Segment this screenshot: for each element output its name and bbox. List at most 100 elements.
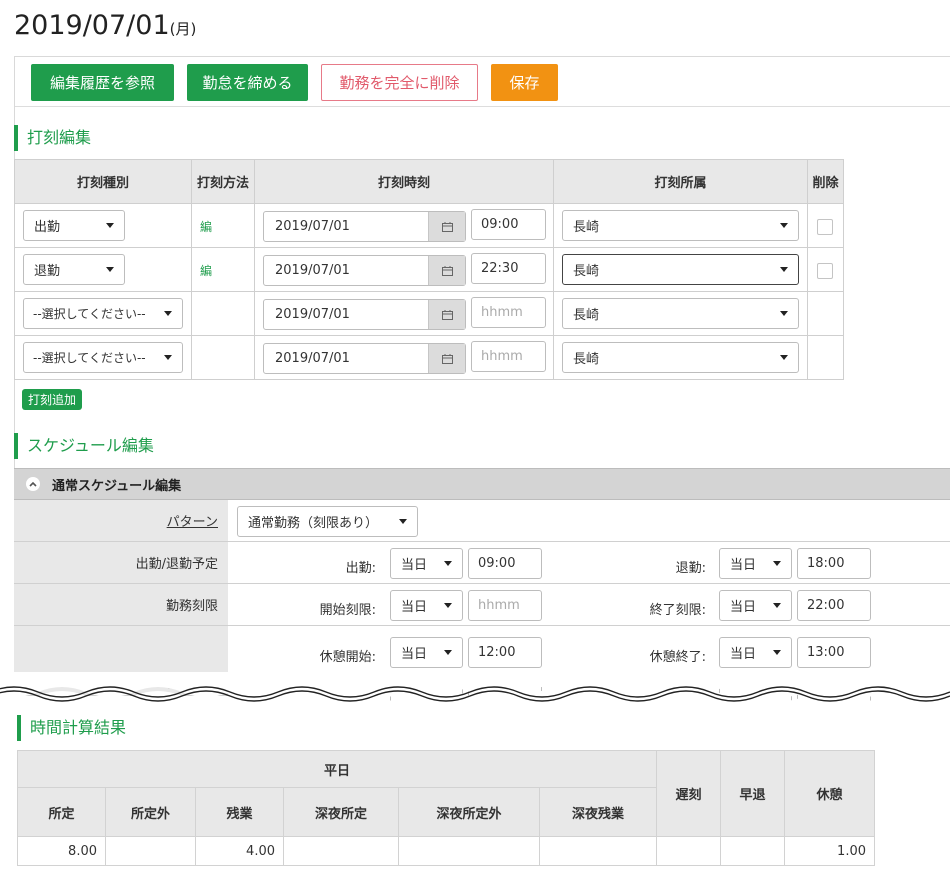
break-start-time-input[interactable]: 12:00 bbox=[468, 637, 542, 668]
select-value: 当日 bbox=[401, 558, 428, 573]
table-row: 8.00 4.00 1.00 bbox=[17, 836, 875, 866]
result-late bbox=[656, 836, 721, 866]
delete-checkbox[interactable] bbox=[817, 263, 833, 279]
limit-end-day-select[interactable]: 当日 bbox=[719, 590, 792, 621]
select-value: 当日 bbox=[730, 558, 757, 573]
result-group-header: 平日 bbox=[17, 749, 657, 789]
pattern-select[interactable]: 通常勤務（刻限あり） bbox=[237, 506, 418, 537]
punch-type-select[interactable]: 出勤 bbox=[23, 210, 125, 241]
delete-checkbox[interactable] bbox=[817, 219, 833, 235]
caret-down-icon bbox=[780, 355, 788, 360]
punch-time-input[interactable]: hhmm bbox=[471, 341, 546, 372]
schedule-panel-header[interactable]: 通常スケジュール編集 bbox=[14, 468, 950, 500]
toolbar: 編集履歴を参照 勤怠を締める 勤務を完全に削除 保存 bbox=[31, 64, 558, 101]
close-attendance-button[interactable]: 勤怠を締める bbox=[187, 64, 308, 101]
select-value: 長崎 bbox=[573, 220, 600, 235]
toolbar-divider bbox=[15, 106, 950, 107]
result-col-night-non-regular: 深夜所定外 bbox=[398, 787, 540, 837]
select-value: --選択してください-- bbox=[33, 351, 146, 365]
punch-type-select[interactable]: --選択してください-- bbox=[23, 298, 183, 329]
break-start-day-select[interactable]: 当日 bbox=[390, 637, 463, 668]
date-value: 2019/07/01 bbox=[275, 351, 350, 366]
plan-end-label: 退勤: bbox=[675, 561, 706, 576]
break-start-label: 休憩開始: bbox=[319, 650, 376, 665]
punch-date-field[interactable]: 2019/07/01 bbox=[263, 255, 466, 286]
punch-time-input[interactable]: 22:30 bbox=[471, 253, 546, 284]
caret-down-icon bbox=[106, 267, 114, 272]
punch-method-label: 編 bbox=[200, 220, 213, 234]
punch-time-input[interactable]: hhmm bbox=[471, 297, 546, 328]
page-title: 2019/07/01(月) bbox=[14, 10, 196, 41]
calendar-icon[interactable] bbox=[428, 256, 465, 285]
break-end-time-input[interactable]: 13:00 bbox=[797, 637, 871, 668]
view-history-button[interactable]: 編集履歴を参照 bbox=[31, 64, 174, 101]
result-col-early: 早退 bbox=[720, 750, 785, 837]
caret-down-icon bbox=[780, 267, 788, 272]
delete-work-button[interactable]: 勤務を完全に削除 bbox=[321, 64, 478, 101]
result-table: 平日 遅刻 早退 休憩 所定 所定外 残業 深夜所定 深夜所定外 深夜残業 8.… bbox=[17, 749, 875, 866]
caret-down-icon bbox=[780, 311, 788, 316]
punch-dept-select[interactable]: 長崎 bbox=[562, 298, 799, 329]
punch-date-field[interactable]: 2019/07/01 bbox=[263, 299, 466, 330]
result-col-overtime: 残業 bbox=[195, 787, 284, 837]
result-col-night-regular: 深夜所定 bbox=[283, 787, 399, 837]
calendar-icon[interactable] bbox=[428, 300, 465, 329]
break-end-label: 休憩終了: bbox=[649, 650, 706, 665]
result-section-title: 時間計算結果 bbox=[17, 715, 126, 741]
caret-down-icon bbox=[444, 561, 452, 566]
page-date: 2019/07/01 bbox=[14, 10, 170, 41]
plan-end-time-input[interactable]: 18:00 bbox=[797, 548, 871, 579]
page-weekday: (月) bbox=[169, 20, 197, 38]
select-value: 長崎 bbox=[573, 264, 600, 279]
add-punch-button[interactable]: 打刻追加 bbox=[22, 389, 83, 410]
result-col-non-regular: 所定外 bbox=[105, 787, 196, 837]
punch-type-select[interactable]: --選択してください-- bbox=[23, 342, 183, 373]
col-punch-method: 打刻方法 bbox=[192, 159, 255, 204]
result-col-regular: 所定 bbox=[17, 787, 106, 837]
result-night-non-regular bbox=[398, 836, 540, 866]
punch-type-select[interactable]: 退勤 bbox=[23, 254, 125, 285]
punch-date-field[interactable]: 2019/07/01 bbox=[263, 343, 466, 374]
calendar-icon[interactable] bbox=[428, 344, 465, 373]
calendar-icon[interactable] bbox=[428, 212, 465, 241]
plan-start-time-input[interactable]: 09:00 bbox=[468, 548, 542, 579]
result-night-overtime bbox=[539, 836, 657, 866]
limit-end-time-input[interactable]: 22:00 bbox=[797, 590, 871, 621]
punch-dept-select[interactable]: 長崎 bbox=[562, 342, 799, 373]
caret-down-icon bbox=[106, 223, 114, 228]
limit-end-label: 終了刻限: bbox=[649, 603, 706, 618]
caret-down-icon bbox=[164, 311, 172, 316]
plan-end-day-select[interactable]: 当日 bbox=[719, 548, 792, 579]
break-end-day-select[interactable]: 当日 bbox=[719, 637, 792, 668]
punch-dept-select[interactable]: 長崎 bbox=[562, 254, 799, 285]
pattern-link[interactable]: パターン bbox=[167, 511, 218, 530]
select-value: 当日 bbox=[730, 647, 757, 662]
result-break: 1.00 bbox=[784, 836, 875, 866]
punch-time-input[interactable]: 09:00 bbox=[471, 209, 546, 240]
select-value: 当日 bbox=[730, 600, 757, 615]
punch-date-field[interactable]: 2019/07/01 bbox=[263, 211, 466, 242]
select-value: 長崎 bbox=[573, 352, 600, 367]
result-regular: 8.00 bbox=[17, 836, 106, 866]
plan-start-label: 出勤: bbox=[345, 561, 376, 576]
select-value: 出勤 bbox=[34, 220, 61, 235]
caret-down-icon bbox=[773, 561, 781, 566]
table-cell bbox=[192, 336, 255, 380]
punch-section-title: 打刻編集 bbox=[14, 125, 91, 151]
col-delete: 削除 bbox=[808, 159, 844, 204]
select-value: 通常勤務（刻限あり） bbox=[248, 516, 379, 531]
limit-start-time-input[interactable]: hhmm bbox=[468, 590, 542, 621]
plan-start-day-select[interactable]: 当日 bbox=[390, 548, 463, 579]
limit-label-cell: 勤務刻限 bbox=[14, 584, 228, 626]
select-value: 退勤 bbox=[34, 264, 61, 279]
limit-start-label: 開始刻限: bbox=[319, 603, 376, 618]
limit-start-day-select[interactable]: 当日 bbox=[390, 590, 463, 621]
col-punch-type: 打刻種別 bbox=[14, 159, 192, 204]
collapse-icon[interactable] bbox=[26, 477, 40, 491]
save-button[interactable]: 保存 bbox=[491, 64, 558, 101]
page-cut-divider bbox=[0, 672, 950, 710]
table-cell bbox=[192, 292, 255, 336]
date-value: 2019/07/01 bbox=[275, 263, 350, 278]
punch-dept-select[interactable]: 長崎 bbox=[562, 210, 799, 241]
select-value: --選択してください-- bbox=[33, 307, 146, 321]
